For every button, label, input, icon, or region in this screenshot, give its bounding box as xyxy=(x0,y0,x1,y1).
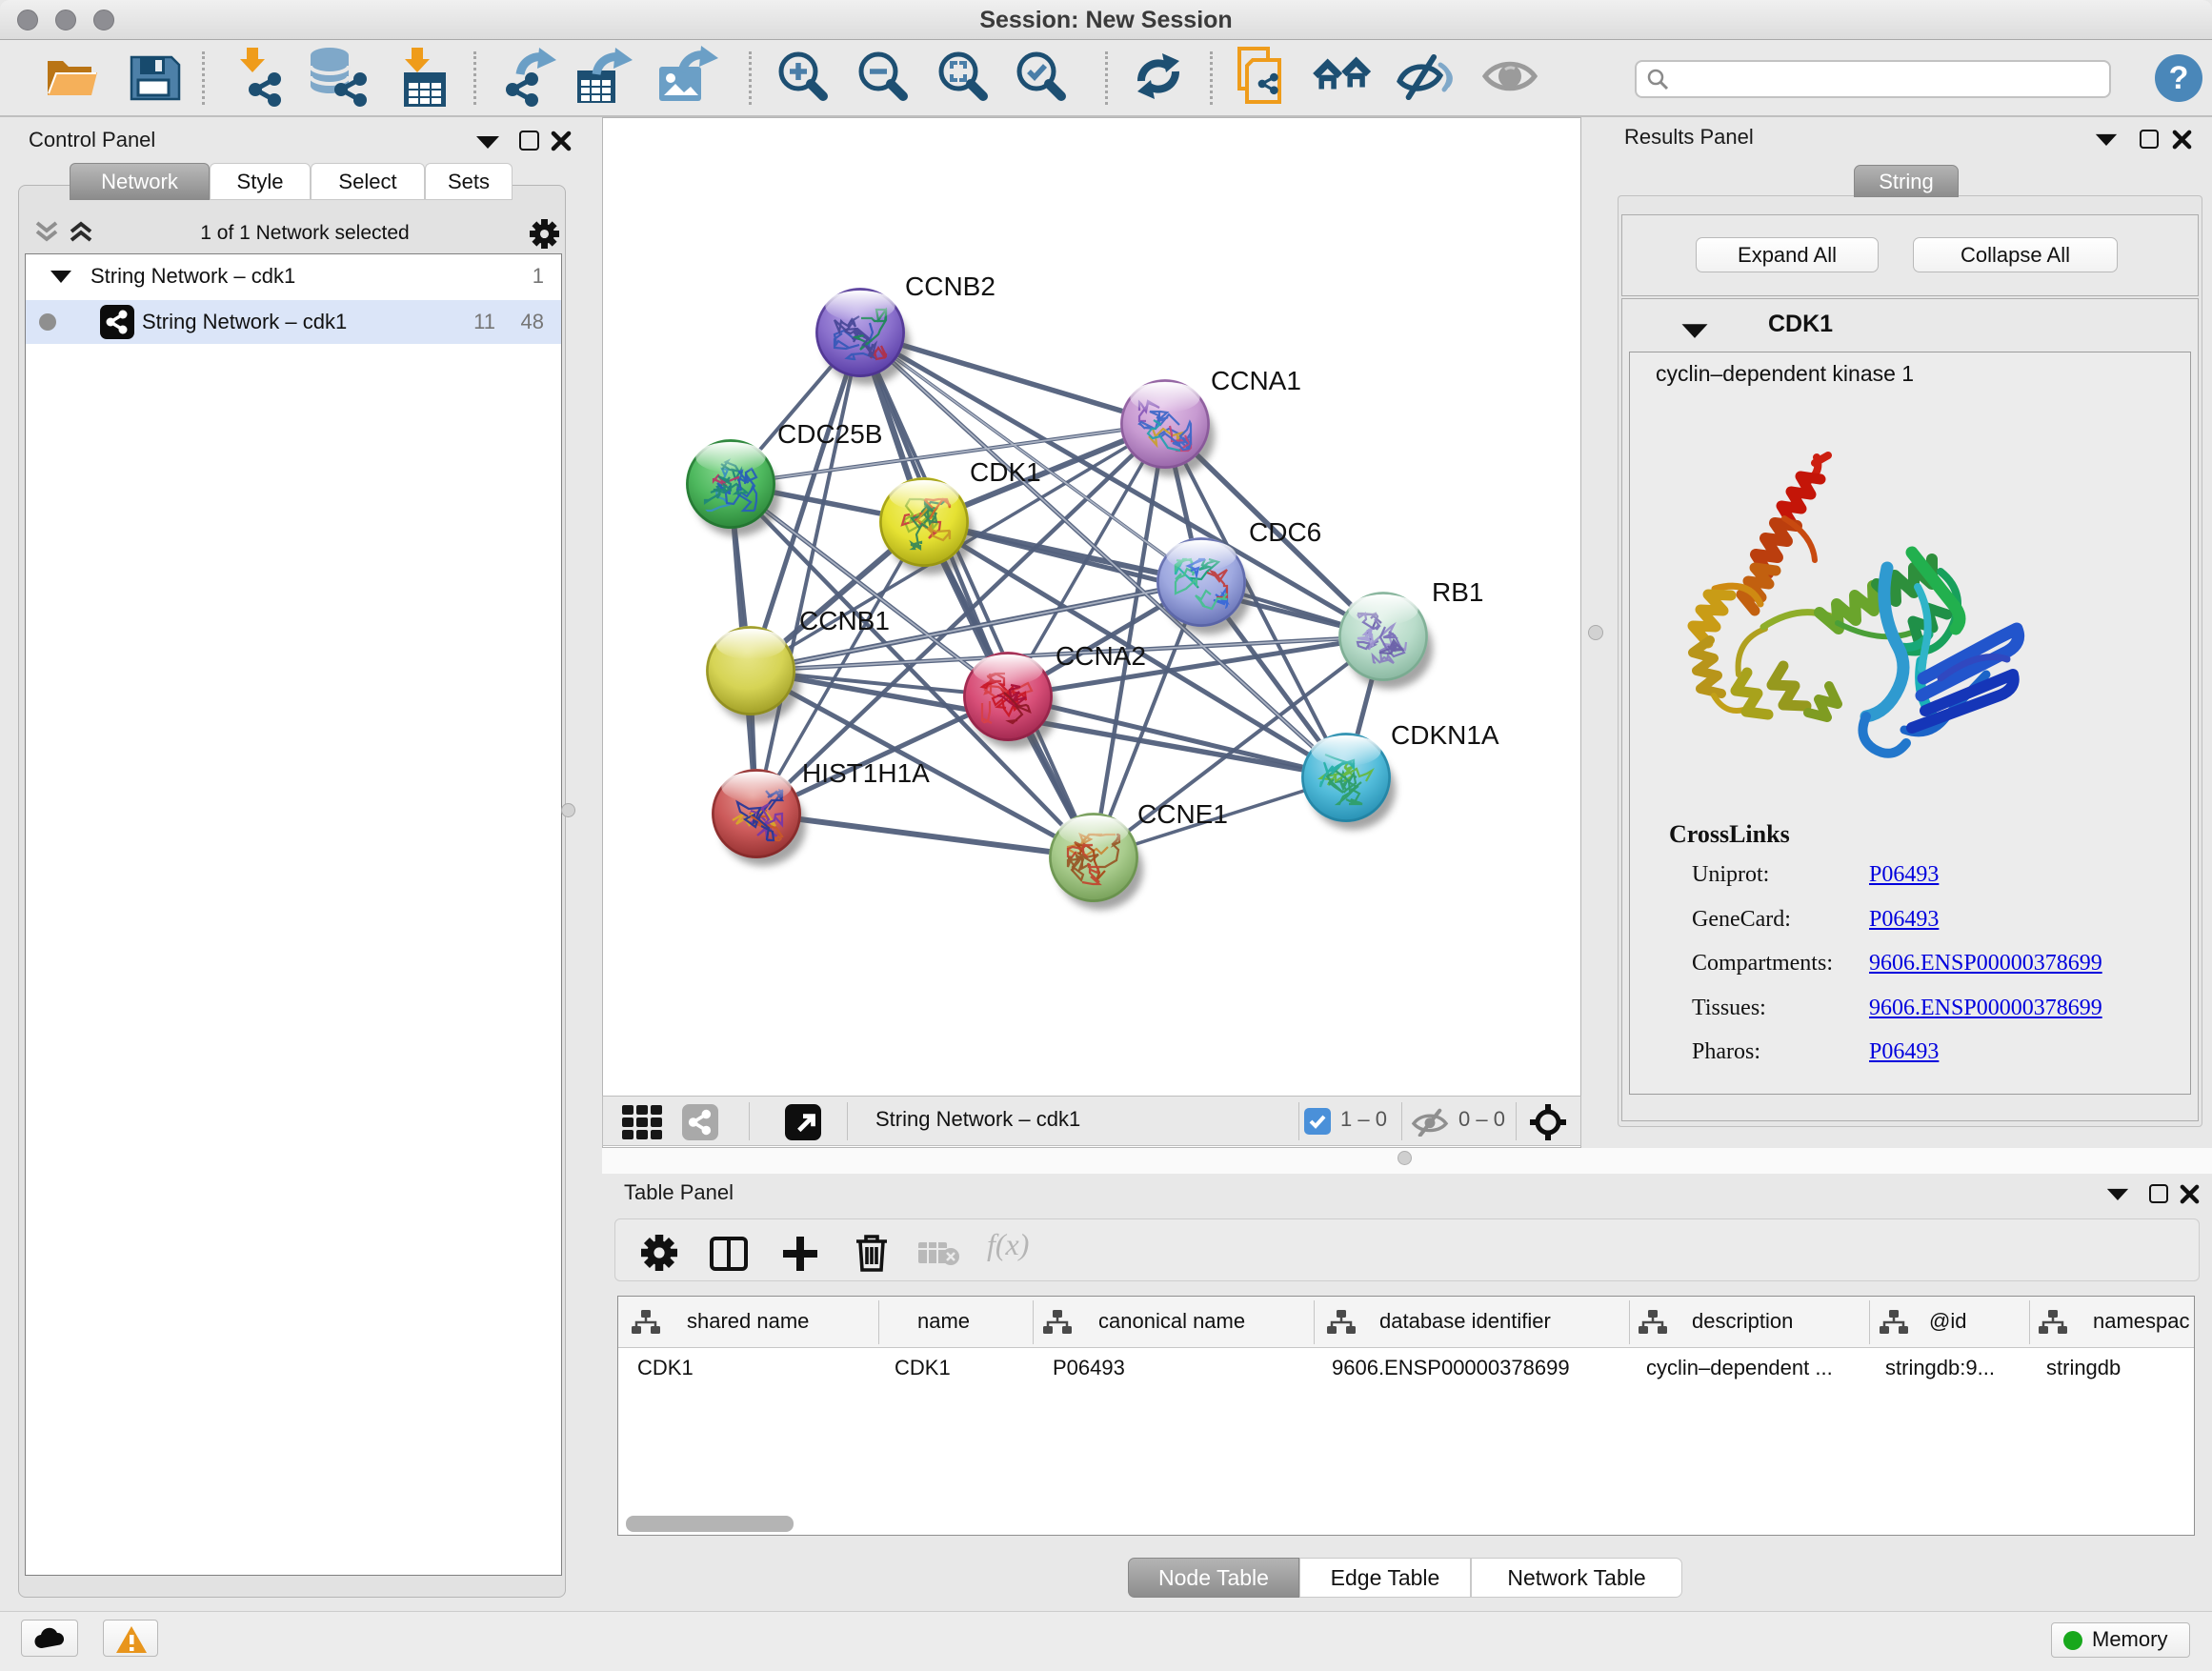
svg-text:CCNA1: CCNA1 xyxy=(1211,366,1301,395)
svg-text:CCNB1: CCNB1 xyxy=(799,606,890,635)
svg-text:CCNE1: CCNE1 xyxy=(1137,799,1228,829)
svg-text:CCNA2: CCNA2 xyxy=(1056,641,1146,671)
svg-text:HIST1H1A: HIST1H1A xyxy=(802,758,930,788)
svg-text:CDKN1A: CDKN1A xyxy=(1391,720,1499,750)
svg-text:CDC25B: CDC25B xyxy=(777,419,882,449)
svg-text:CDK1: CDK1 xyxy=(970,457,1041,487)
svg-text:CCNB2: CCNB2 xyxy=(905,272,995,301)
svg-text:RB1: RB1 xyxy=(1432,577,1483,607)
svg-text:CDC6: CDC6 xyxy=(1249,517,1321,547)
